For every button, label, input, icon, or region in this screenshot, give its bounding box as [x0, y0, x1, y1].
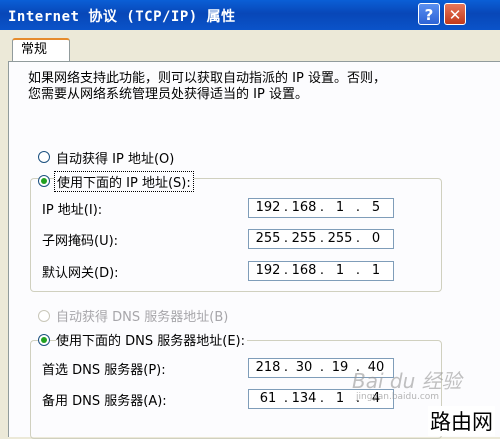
tab-general[interactable]: 常规	[12, 38, 70, 62]
window-title: Internet 协议 (TCP/IP) 属性	[8, 9, 236, 25]
help-button[interactable]: ?	[418, 3, 440, 25]
description-line-1: 如果网络支持此功能，则可以获取自动指派的 IP 设置。否则，	[28, 71, 386, 86]
subnet-mask-field[interactable]: 255. 255. 255. 0	[248, 229, 394, 249]
octet: 255	[255, 231, 281, 246]
auto-dns-label: 自动获得 DNS 服务器地址(B)	[56, 310, 229, 325]
octet: 1	[371, 263, 381, 278]
octet: 1	[335, 263, 345, 278]
title-bar: Internet 协议 (TCP/IP) 属性 ? ✕	[0, 0, 500, 30]
auto-ip-radio[interactable]	[38, 151, 50, 163]
alternate-dns-label: 备用 DNS 服务器(A):	[42, 394, 167, 409]
octet: 61	[259, 391, 277, 406]
site-watermark: 路由网	[428, 406, 495, 436]
manual-ip-radio[interactable]	[38, 175, 50, 187]
close-button[interactable]: ✕	[444, 3, 466, 25]
octet: 218	[255, 360, 281, 375]
ip-address-label: IP 地址(I):	[42, 203, 103, 218]
octet: 255	[291, 231, 317, 246]
octet: 168	[291, 263, 317, 278]
octet: 30	[295, 360, 313, 375]
manual-dns-radio[interactable]	[38, 334, 50, 346]
manual-dns-label[interactable]: 使用下面的 DNS 服务器地址(E):	[56, 330, 247, 349]
auto-dns-radio[interactable]	[38, 310, 50, 322]
octet: 1	[335, 391, 345, 406]
default-gateway-label: 默认网关(D):	[42, 266, 119, 281]
octet: 0	[371, 231, 381, 246]
octet: 134	[291, 391, 317, 406]
octet: 19	[331, 360, 349, 375]
octet: 168	[291, 200, 317, 215]
subnet-mask-label: 子网掩码(U):	[42, 234, 119, 249]
octet: 255	[327, 231, 353, 246]
preferred-dns-label: 首选 DNS 服务器(P):	[42, 363, 166, 378]
octet: 192	[255, 263, 281, 278]
description-line-2: 您需要从网络系统管理员处获得适当的 IP 设置。	[28, 87, 308, 102]
manual-ip-label[interactable]: 使用下面的 IP 地址(S):	[54, 171, 194, 192]
default-gateway-field[interactable]: 192. 168. 1. 1	[248, 261, 394, 281]
baidu-watermark: Bai du 经验	[352, 369, 462, 393]
tab-row: 常规	[0, 30, 500, 62]
ip-address-field[interactable]: 192. 168. 1. 5	[248, 198, 394, 218]
octet: 5	[371, 200, 381, 215]
auto-ip-label[interactable]: 自动获得 IP 地址(O)	[56, 148, 174, 167]
description-text: 如果网络支持此功能，则可以获取自动指派的 IP 设置。否则， 您需要从网络系统管…	[28, 71, 386, 103]
octet: 192	[255, 200, 281, 215]
baidu-url-watermark: jingyan.baidu.com	[356, 392, 440, 402]
octet: 1	[335, 200, 345, 215]
